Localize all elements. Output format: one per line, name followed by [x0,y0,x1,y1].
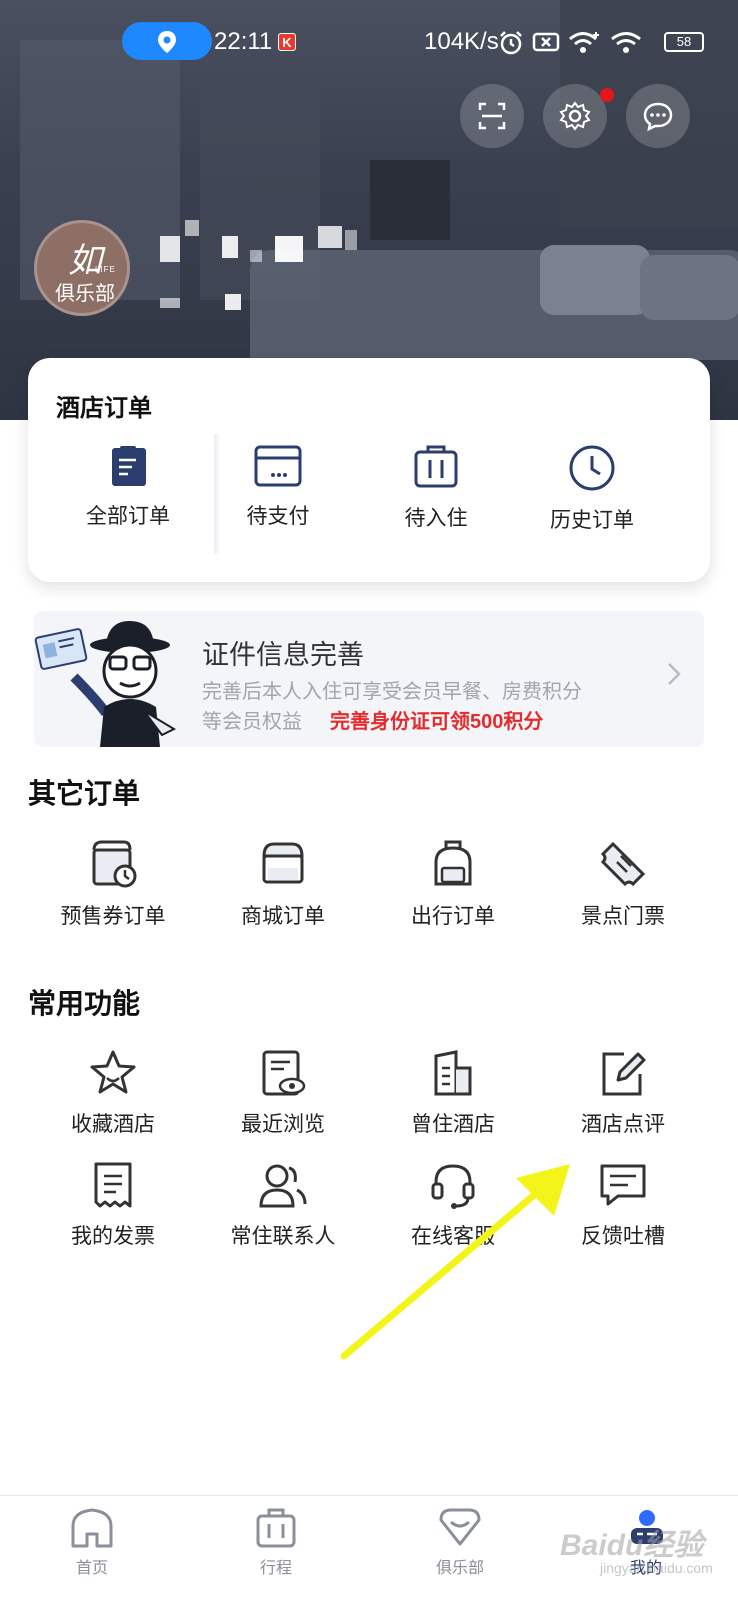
common-functions-title: 常用功能 [28,988,141,1019]
id-banner-description: 完善后本人入住可享受会员早餐、房费积分 [202,681,582,703]
travel-orders-button[interactable]: 出行订单 [368,838,538,930]
my-invoices-button[interactable]: 我的发票 [28,1160,198,1250]
chevron-right-icon [668,663,681,685]
hotel-orders-card: 酒店订单 全部订单 待支付 待入住 历史订单 [28,358,710,582]
battery-indicator: 58 [664,32,704,52]
favorite-hotels-button[interactable]: 收藏酒店 [28,1048,198,1138]
presale-voucher-icon [92,840,137,888]
wifi-icon [611,32,641,53]
baidu-watermark: Baidu经验 [560,1529,704,1562]
suitcase-icon [256,1508,296,1548]
document-icon [112,446,146,486]
alarm-icon [500,31,522,55]
order-pending-payment-button[interactable]: 待支付 [198,444,358,554]
id-banner-description-2: 等会员权益 [202,711,302,733]
nav-club[interactable]: 俱乐部 [400,1506,520,1578]
luggage-icon [414,445,458,488]
nav-trips[interactable]: 行程 [216,1506,336,1578]
browse-history-icon [262,1050,306,1096]
profile-header-background [0,0,738,420]
scan-button[interactable] [460,84,524,148]
member-club-avatar[interactable]: 如 LIFE 俱乐部 [34,220,130,316]
messages-button[interactable] [626,84,690,148]
network-speed: 104K/s [424,28,499,55]
shop-orders-button[interactable]: 商城订单 [198,838,368,930]
edit-review-icon [602,1052,646,1096]
detective-mascot-illustration [34,621,177,747]
location-icon [122,22,212,60]
club-icon [439,1508,481,1546]
shop-icon [262,842,304,884]
clock-icon [569,445,615,491]
clock-time: 22:11 [214,28,273,55]
hotel-orders-title: 酒店订单 [56,395,152,422]
star-icon [90,1050,136,1094]
nav-home[interactable]: 首页 [32,1506,152,1578]
id-banner-title: 证件信息完善 [202,640,364,670]
backpack-icon [434,840,472,886]
hotel-review-button[interactable]: 酒店点评 [538,1048,708,1138]
ticket-icon [600,841,646,887]
home-icon [71,1508,113,1548]
scan-icon [478,102,506,130]
contacts-icon [259,1164,307,1208]
recent-browse-button[interactable]: 最近浏览 [198,1048,368,1138]
k-badge: K [278,33,296,51]
notification-dot [600,88,614,102]
baidu-watermark-url: jingyan.baidu.com [600,1560,713,1576]
order-pending-checkin-button[interactable]: 待入住 [356,444,516,554]
order-all-button[interactable]: 全部订单 [48,444,208,554]
invoice-icon [94,1162,132,1208]
sim-off-icon [532,32,560,52]
attraction-tickets-button[interactable]: 景点门票 [538,838,708,930]
other-orders-title: 其它订单 [28,778,141,809]
presale-voucher-orders-button[interactable]: 预售券订单 [28,838,198,930]
chat-bubble-icon [643,102,673,132]
stayed-hotels-button[interactable]: 曾住酒店 [368,1048,538,1138]
status-bar: 22:11 K 104K/s 58 [0,18,738,62]
id-banner-promo: 完善身份证可领500积分 [330,711,544,733]
wifi-plus-icon [569,32,599,53]
wallet-icon [254,445,302,487]
settings-button[interactable] [543,84,607,148]
annotation-arrow-icon [340,1164,570,1360]
feedback-icon [600,1164,646,1206]
gear-icon [559,101,591,131]
id-info-banner[interactable]: 证件信息完善 完善后本人入住可享受会员早餐、房费积分 等会员权益 完善身份证可领… [34,611,704,747]
building-icon [434,1050,472,1096]
order-history-button[interactable]: 历史订单 [512,444,672,554]
